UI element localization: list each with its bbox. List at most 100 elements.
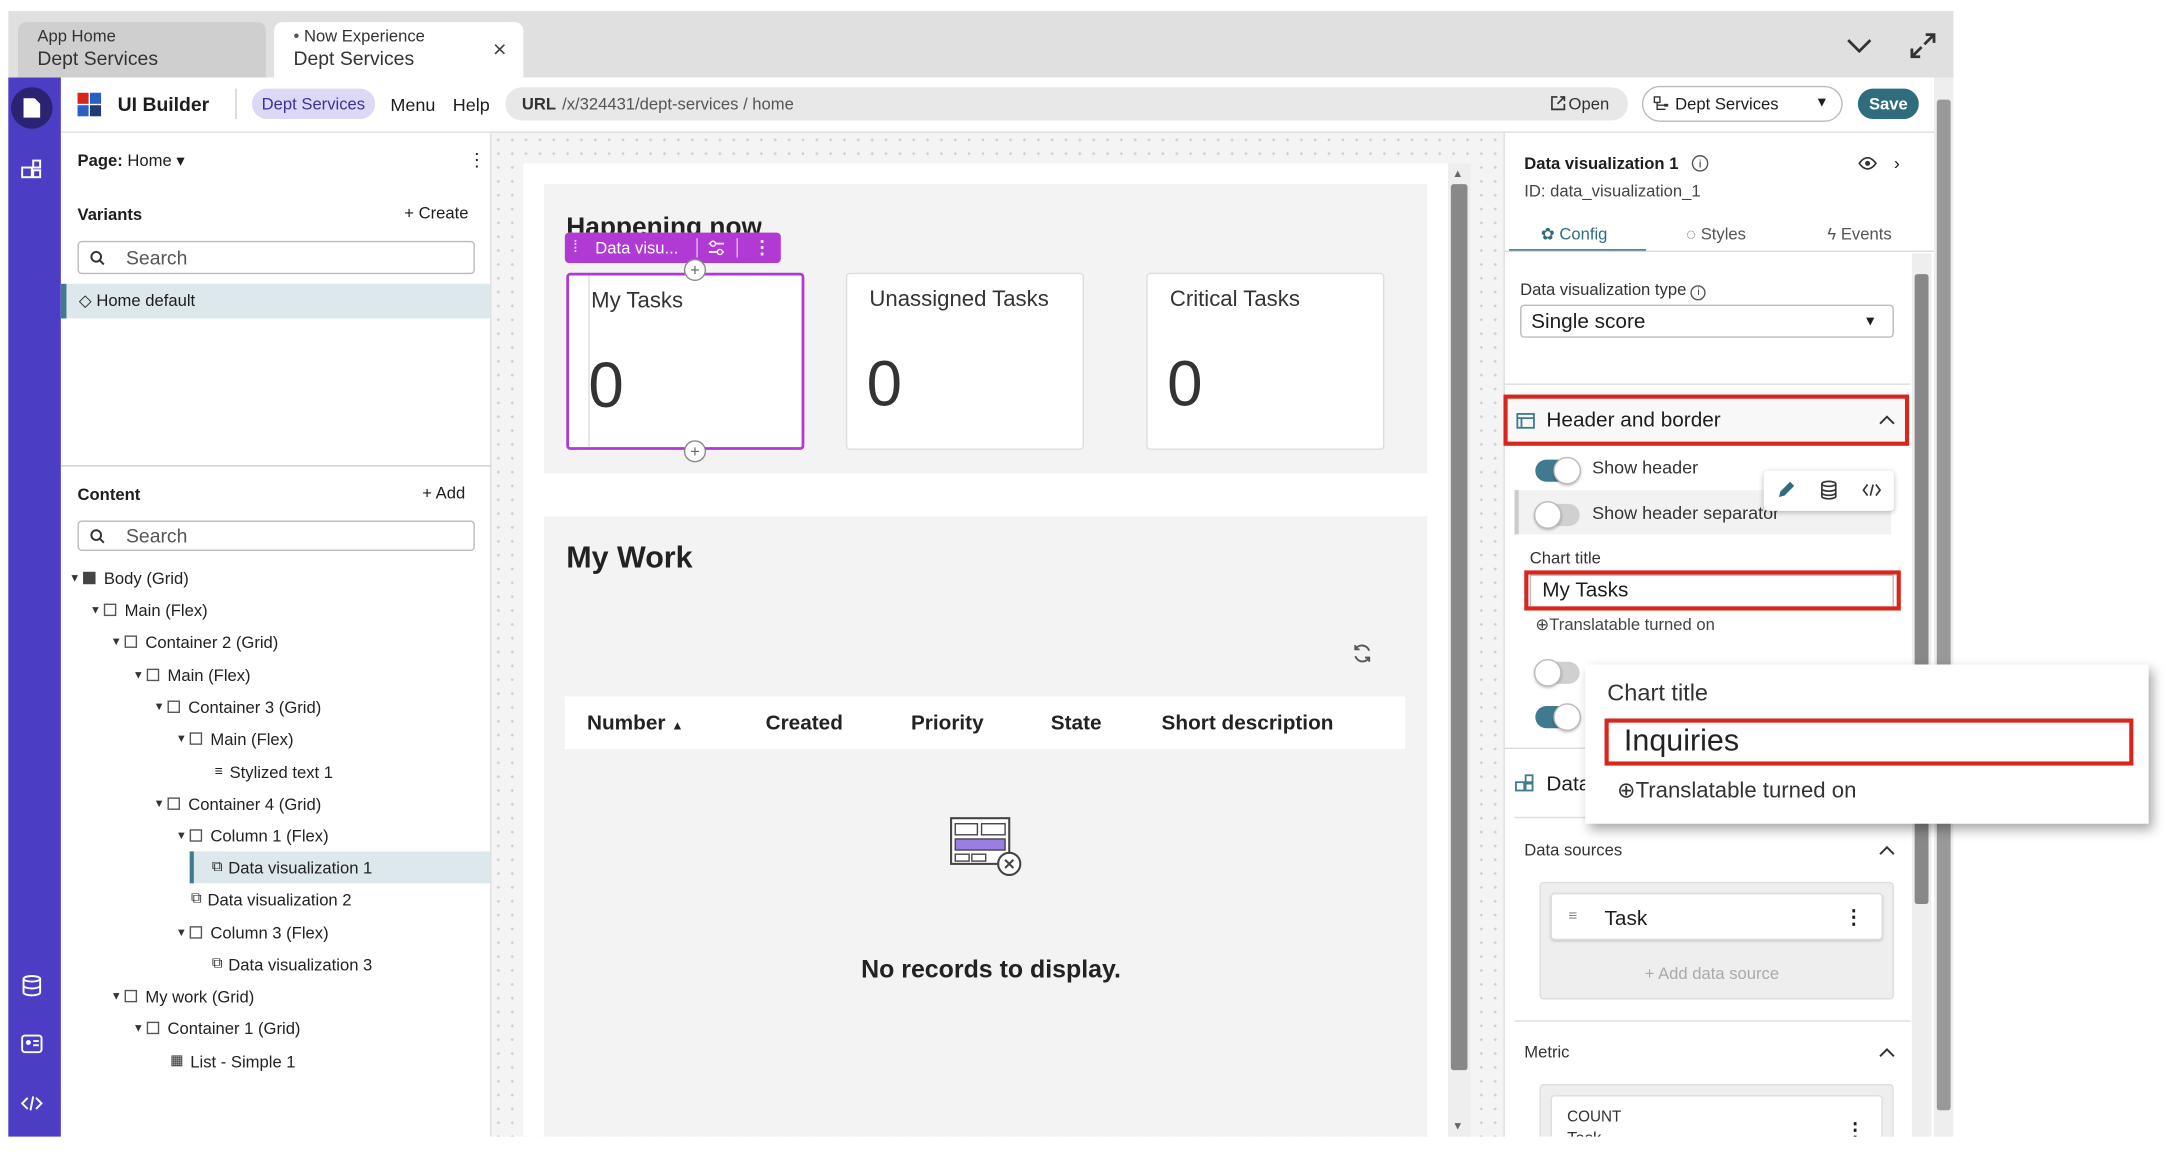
scrollbar-thumb[interactable] (1450, 184, 1468, 1071)
section-divider (1514, 1020, 1911, 1022)
help-button[interactable]: Help (453, 94, 490, 115)
column-created[interactable]: Created (766, 712, 843, 736)
column-short-description[interactable]: Short description (1162, 712, 1334, 736)
sliders-icon[interactable] (705, 237, 727, 259)
add-above-icon[interactable]: + (683, 258, 707, 282)
more-options-icon[interactable]: ⋮ (1845, 1119, 1864, 1137)
chevron-up-icon[interactable] (1877, 411, 1896, 428)
code-icon[interactable] (1859, 478, 1884, 503)
components-icon (1515, 774, 1534, 793)
option-toggle[interactable] (1535, 703, 1582, 731)
info-icon[interactable]: i (1691, 155, 1709, 172)
zoom-callout: Chart title Inquiries ⊕Translatable turn… (1585, 664, 2149, 824)
external-link-icon[interactable] (1549, 94, 1566, 111)
open-link[interactable]: Open (1569, 94, 1610, 113)
close-tab-icon[interactable]: × (493, 36, 507, 64)
expand-icon[interactable] (1905, 28, 1941, 64)
empty-state-text: No records to display. (861, 955, 1121, 983)
chart-title-label: Chart title (1529, 548, 1601, 568)
tree-item-stylized-text[interactable]: ≡ Stylized text 1 (215, 756, 333, 788)
tree-item-container-4[interactable]: ▼ Container 4 (Grid) (154, 788, 322, 820)
menu-button[interactable]: Menu (390, 94, 435, 115)
section-divider (1504, 383, 1911, 385)
database-icon[interactable] (11, 965, 53, 1007)
scope-icon (1652, 94, 1670, 112)
tree-item-container-2[interactable]: ▼ Container 2 (Grid) (111, 626, 279, 658)
score-card-my-tasks[interactable]: My Tasks 0 (566, 272, 805, 450)
pages-icon[interactable] (11, 87, 53, 129)
column-priority[interactable]: Priority (911, 712, 984, 736)
score-card-critical[interactable]: Critical Tasks 0 (1146, 272, 1385, 450)
add-content-button[interactable]: + Add (422, 483, 465, 502)
content-heading: Content (77, 484, 141, 504)
create-variant-button[interactable]: + Create (404, 204, 468, 223)
show-separator-toggle[interactable] (1533, 501, 1580, 529)
tab-events[interactable]: ϟ Events (1827, 224, 1891, 243)
save-button[interactable]: Save (1857, 88, 1919, 120)
chevron-down-icon[interactable] (1841, 28, 1877, 64)
refresh-icon[interactable] (1350, 641, 1375, 666)
tab-styles[interactable]: ◌ Styles (1686, 224, 1746, 243)
pencil-icon[interactable] (1773, 478, 1798, 503)
grid-icon (83, 571, 96, 585)
add-below-icon[interactable]: + (683, 440, 707, 463)
contact-card-icon[interactable] (11, 1023, 53, 1065)
tab-app-home[interactable]: App Home Dept Services (17, 22, 266, 78)
tree-item-main[interactable]: ▼ Main (Flex) (176, 723, 294, 755)
page-selector[interactable]: Page: Home ▾ (78, 151, 185, 170)
chevron-right-icon[interactable]: › (1894, 152, 1900, 173)
add-data-source-button[interactable]: + Add data source (1645, 964, 1779, 983)
section-title: Header and border (1546, 408, 1721, 432)
panel-divider (60, 465, 492, 467)
chevron-up-icon[interactable] (1877, 842, 1896, 859)
divider (235, 88, 237, 120)
app-pill[interactable]: Dept Services (251, 88, 375, 120)
outer-scrollbar-thumb[interactable] (1936, 99, 1951, 1111)
metric-box: COUNT Task ⋮ (1539, 1084, 1894, 1137)
tab-config[interactable]: ✿ Config (1541, 224, 1608, 243)
tree-item-body[interactable]: ▼ Body (Grid) (69, 562, 189, 594)
translatable-note: ⊕Translatable turned on (1535, 614, 1715, 635)
tree-item-container-3[interactable]: ▼ Container 3 (Grid) (154, 691, 322, 723)
scroll-up-icon[interactable]: ▲ (1452, 168, 1463, 180)
scroll-down-icon[interactable]: ▼ (1452, 1120, 1463, 1132)
caret-down-icon: ▼ (1814, 95, 1829, 111)
tree-item-data-visualization-3[interactable]: ⧉ Data visualization 3 (212, 948, 372, 980)
ui-builder-logo (77, 92, 102, 117)
tree-item-container-1[interactable]: ▼ Container 1 (Grid) (133, 1012, 301, 1044)
tab-small-label: • Now Experience (293, 26, 425, 46)
tree-item-list-simple[interactable]: ▦ List - Simple 1 (170, 1045, 295, 1077)
option-toggle[interactable] (1533, 658, 1580, 687)
tree-item-column-3[interactable]: ▼ Column 3 (Flex) (176, 916, 329, 948)
show-header-toggle[interactable] (1535, 456, 1582, 485)
tree-item-main[interactable]: ▼ Main (Flex) (133, 659, 251, 691)
tree-item-my-work[interactable]: ▼ My work (Grid) (111, 980, 255, 1012)
tree-item-data-visualization-2[interactable]: ⧉ Data visualization 2 (191, 883, 351, 915)
code-icon[interactable] (11, 1083, 53, 1125)
database-icon[interactable] (1816, 478, 1841, 503)
chevron-up-icon[interactable] (1877, 1044, 1896, 1061)
data-viz-icon: ⧉ (211, 955, 223, 972)
data-viz-icon: ⧉ (191, 890, 202, 907)
column-state[interactable]: State (1051, 712, 1102, 736)
score-card-unassigned[interactable]: Unassigned Tasks 0 (845, 272, 1085, 450)
data-source-item[interactable] (1550, 892, 1883, 941)
components-icon[interactable] (11, 148, 53, 190)
callout-value: Inquiries (1623, 722, 1740, 758)
tree-item-main[interactable]: ▼ Main (Flex) (90, 594, 208, 626)
metric-item[interactable]: COUNT Task ⋮ (1550, 1095, 1883, 1137)
component-chip[interactable]: ⁞ Data visu... ⋮ (564, 232, 781, 264)
more-options-icon[interactable]: ⋮ (753, 237, 771, 259)
table-icon: ▦ (170, 1053, 184, 1069)
eye-icon[interactable] (1857, 155, 1879, 172)
more-options-icon[interactable]: ⋮ (468, 150, 486, 172)
tree-item-column-1[interactable]: ▼ Column 1 (Flex) (176, 820, 329, 852)
my-work-heading: My Work (566, 539, 693, 575)
drag-handle-icon[interactable]: ⁞ (573, 237, 578, 256)
tree-item-data-visualization-1[interactable]: ⧉ Data visualization 1 (212, 851, 372, 883)
tab-small-label: App Home (37, 26, 116, 46)
column-number[interactable]: Number ▲ (587, 712, 684, 736)
tab-now-experience[interactable]: • Now Experience Dept Services × (274, 22, 524, 78)
more-options-icon[interactable]: ⋮ (1844, 905, 1863, 929)
dv-type-value: Single score (1531, 310, 1646, 334)
